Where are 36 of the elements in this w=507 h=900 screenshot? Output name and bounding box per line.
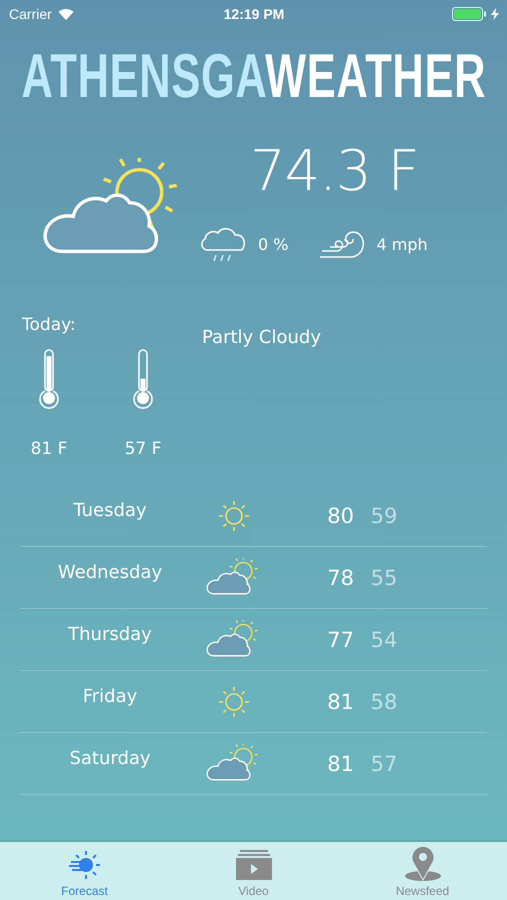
low-temperature: 57 [370,752,398,776]
sun-wind-icon [68,848,102,882]
low-temperature: 58 [370,690,398,714]
high-temperature: 77 [326,628,354,652]
day-name: Thursday [67,624,153,645]
precipitation-value: 0 % [258,234,288,254]
wind-speed: 4 mph [376,234,428,254]
day-name: Friday [82,686,138,707]
charging-icon [490,8,499,20]
high-temperature: 80 [326,504,354,528]
condition-label: Partly Cloudy [202,327,321,350]
low-temperature: 57 F [124,439,162,459]
video-icon [234,848,274,882]
status-time: 12:19 PM [224,6,284,22]
today-label: Today: [22,315,77,335]
map-pin-icon [402,846,442,882]
low-temperature: 59 [370,504,398,528]
high-temperature: 81 [326,690,354,714]
low-temperature: 54 [370,628,398,652]
wifi-icon [58,8,74,20]
thermometer-icon [132,347,154,409]
day-name: Saturday [68,748,152,769]
tab-button[interactable]: Forecast [0,842,169,900]
battery-icon [452,7,488,21]
high-temperature: 78 [326,566,354,590]
app-title: ATHENSGAWEATHER [21,42,486,112]
day-name: Tuesday [72,500,148,521]
day-name: Wednesday [56,562,164,583]
low-temperature: 55 [370,566,398,590]
high-temperature: 81 F [30,439,68,459]
thermometer-icon [38,347,60,409]
tab-button[interactable]: Newsfeed [338,842,507,900]
tab-button[interactable]: Video [169,842,338,900]
current-temperature: 74.3 F [250,142,419,202]
high-temperature: 81 [326,752,354,776]
carrier-label: Carrier [9,6,52,22]
